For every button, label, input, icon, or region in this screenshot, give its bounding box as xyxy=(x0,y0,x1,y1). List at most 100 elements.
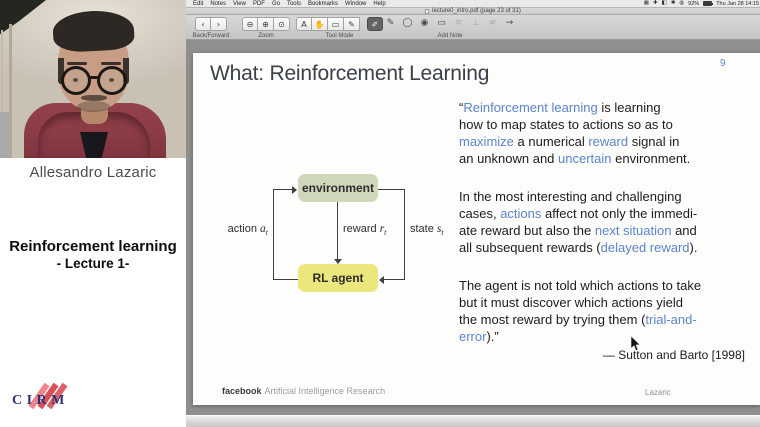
speaker-glasses-bridge xyxy=(89,76,99,79)
webcam-radiator xyxy=(0,112,9,158)
menu-clock: Thu Jan 28 14:15 xyxy=(716,0,759,7)
tool-oval-button[interactable]: ◯ xyxy=(399,17,416,31)
menu-tools[interactable]: Tools xyxy=(287,1,301,7)
state-arrowhead xyxy=(379,276,384,284)
tool-sketch-button[interactable]: ✎ xyxy=(382,17,399,31)
tool-back-button[interactable]: ‹ xyxy=(195,17,211,31)
preview-toolbar: ‹ › Back/Forward ⊖ ⊕ ⊙ Zoom A ✋ ▭ ✎ ✐ Tool Mode ✎ ◯… xyxy=(186,15,760,40)
slide-page: What: Reinforcement Learning 9 environme… xyxy=(193,53,760,405)
action-arrowhead xyxy=(292,186,297,194)
toolbar-group-tool-mode: A ✋ ▭ ✎ ✐ Tool Mode xyxy=(296,17,383,39)
menu-extra-icon[interactable]: ◍ xyxy=(679,0,684,7)
speaker-glasses xyxy=(61,66,91,95)
quote-paragraph: The agent is not told which actions to t… xyxy=(459,278,702,344)
slide-page-number: 9 xyxy=(720,58,726,69)
state-label: state st xyxy=(410,223,444,238)
menu-view[interactable]: View xyxy=(233,1,246,7)
tool-zoom-in-button[interactable]: ⊕ xyxy=(258,17,274,31)
menu-extra-icon[interactable]: ◧ xyxy=(662,0,667,7)
quote-attribution: — Sutton and Barto [1998] xyxy=(602,348,745,362)
speaker-stubble xyxy=(77,101,110,112)
speaker-glasses xyxy=(97,66,127,95)
window-bottom-strip xyxy=(186,415,760,427)
menu-extra-icon[interactable]: ✚ xyxy=(653,0,658,7)
pdf-doc-icon xyxy=(425,8,430,14)
keyword-highlight: uncertain xyxy=(558,151,612,166)
tool-move-button[interactable]: ✋ xyxy=(312,17,328,31)
window-title: lecture0_intro.pdf (page 23 of 31) xyxy=(432,8,521,14)
menu-bookmarks[interactable]: Bookmarks xyxy=(308,1,338,7)
keyword-highlight: next situation xyxy=(594,223,672,238)
keyword-highlight: Reinforcement learning xyxy=(463,100,598,115)
tool-highlight-text-button[interactable]: ≡ xyxy=(450,17,467,31)
tool-forward-button[interactable]: › xyxy=(211,17,227,31)
macos-menu-bar: Edit Notes View PDF Go Tools Bookmarks Window He… xyxy=(186,0,760,8)
menu-extra-icon[interactable]: ▦ xyxy=(644,0,649,7)
tool-text-select-button[interactable]: A xyxy=(296,17,312,31)
webcam-door-frame xyxy=(9,24,12,158)
quote-paragraph: “Reinforcement learning is learning how t… xyxy=(459,100,691,166)
status-icons: ▦ ✚ ◧ ✱ ◍ xyxy=(644,0,684,7)
toolbar-group-label: Add Note xyxy=(437,33,463,39)
menu-extra-icon[interactable]: ✱ xyxy=(671,0,676,7)
menu-edit[interactable]: Edit xyxy=(193,1,203,7)
tool-zoom-selection-button[interactable]: ⊙ xyxy=(274,17,290,31)
environment-label: environment xyxy=(301,181,374,195)
slide-footer-author: Lazaric xyxy=(645,388,671,397)
tool-rectangle-button[interactable]: ▭ xyxy=(433,17,450,31)
slide-title: What: Reinforcement Learning xyxy=(210,62,490,85)
course-title-block: Reinforcement learning - Lecture 1- xyxy=(0,238,186,271)
environment-box: environment xyxy=(298,174,378,202)
speaker-eyebrow xyxy=(67,62,87,65)
tool-annotate-button[interactable]: ✎ xyxy=(344,17,360,31)
tool-strikethrough-text-button[interactable]: ≠ xyxy=(484,17,501,31)
action-loop-bottom xyxy=(273,279,298,280)
tool-note-button[interactable]: ◉ xyxy=(416,17,433,31)
tool-select-rect-button[interactable]: ▭ xyxy=(328,17,344,31)
mouse-cursor xyxy=(630,336,641,352)
state-loop-vertical xyxy=(404,189,405,280)
fair-label: Artificial Intelligence Research xyxy=(264,386,386,396)
webcam-dark-corner xyxy=(0,0,46,35)
menu-notes[interactable]: Notes xyxy=(210,1,226,7)
keyword-highlight: maximize xyxy=(459,134,514,149)
speaker-sidebar: Allesandro Lazaric Reinforcement learnin… xyxy=(0,0,186,427)
rl-agent-label: RL agent xyxy=(312,271,364,285)
toolbar-group-label: Zoom xyxy=(258,33,274,39)
action-loop-vertical xyxy=(273,189,274,280)
keyword-highlight: reward xyxy=(588,134,629,149)
tool-arrow-button[interactable]: → xyxy=(501,17,518,31)
menu-status-area: ▦ ✚ ◧ ✱ ◍ 92% Thu Jan 28 14:15 xyxy=(644,0,760,7)
toolbar-group-back-forward: ‹ › Back/Forward xyxy=(192,17,230,39)
speaker-eyebrow xyxy=(101,62,121,65)
state-loop-bottom xyxy=(384,279,405,280)
tool-zoom-out-button[interactable]: ⊖ xyxy=(242,17,258,31)
tool-underline-text-button[interactable]: ⊥ xyxy=(467,17,484,31)
keyword-highlight: delayed reward xyxy=(600,240,690,255)
pdf-view-background: What: Reinforcement Learning 9 environme… xyxy=(186,40,760,415)
slide-footer-brand: facebook Artificial Intelligence Research xyxy=(222,386,385,396)
quote-block: “Reinforcement learning is learning how t… xyxy=(459,99,755,366)
menu-go[interactable]: Go xyxy=(272,1,280,7)
cirm-logo-text: CIRM xyxy=(12,393,69,408)
keyword-highlight: trial-and- xyxy=(645,312,697,327)
menu-pdf[interactable]: PDF xyxy=(253,1,265,7)
menu-window[interactable]: Window xyxy=(345,1,366,7)
facebook-wordmark: facebook xyxy=(222,386,262,396)
battery-percent: 92% xyxy=(688,0,700,7)
menu-help[interactable]: Help xyxy=(373,1,385,7)
menu-items: Edit Notes View PDF Go Tools Bookmarks Window He… xyxy=(186,1,386,7)
window-title-bar[interactable]: lecture0_intro.pdf (page 23 of 31) xyxy=(186,8,760,15)
reward-label: reward rt xyxy=(343,223,387,238)
tool-highlight-button[interactable]: ✐ xyxy=(367,17,383,31)
toolbar-group-label: Tool Mode xyxy=(325,33,354,39)
action-loop-top xyxy=(273,189,293,190)
rl-agent-box: RL agent xyxy=(298,264,378,292)
keyword-highlight: error xyxy=(459,329,487,344)
toolbar-group-add-note: ✎ ◯ ◉ ▭ ≡ ⊥ ≠ → Add Note xyxy=(382,17,518,39)
keyword-highlight: actions xyxy=(500,206,542,221)
screen-share: Edit Notes View PDF Go Tools Bookmarks Window He… xyxy=(186,0,760,427)
reward-arrow-line xyxy=(337,202,338,260)
state-loop-top xyxy=(378,189,404,190)
toolbar-group-label: Back/Forward xyxy=(192,33,230,39)
